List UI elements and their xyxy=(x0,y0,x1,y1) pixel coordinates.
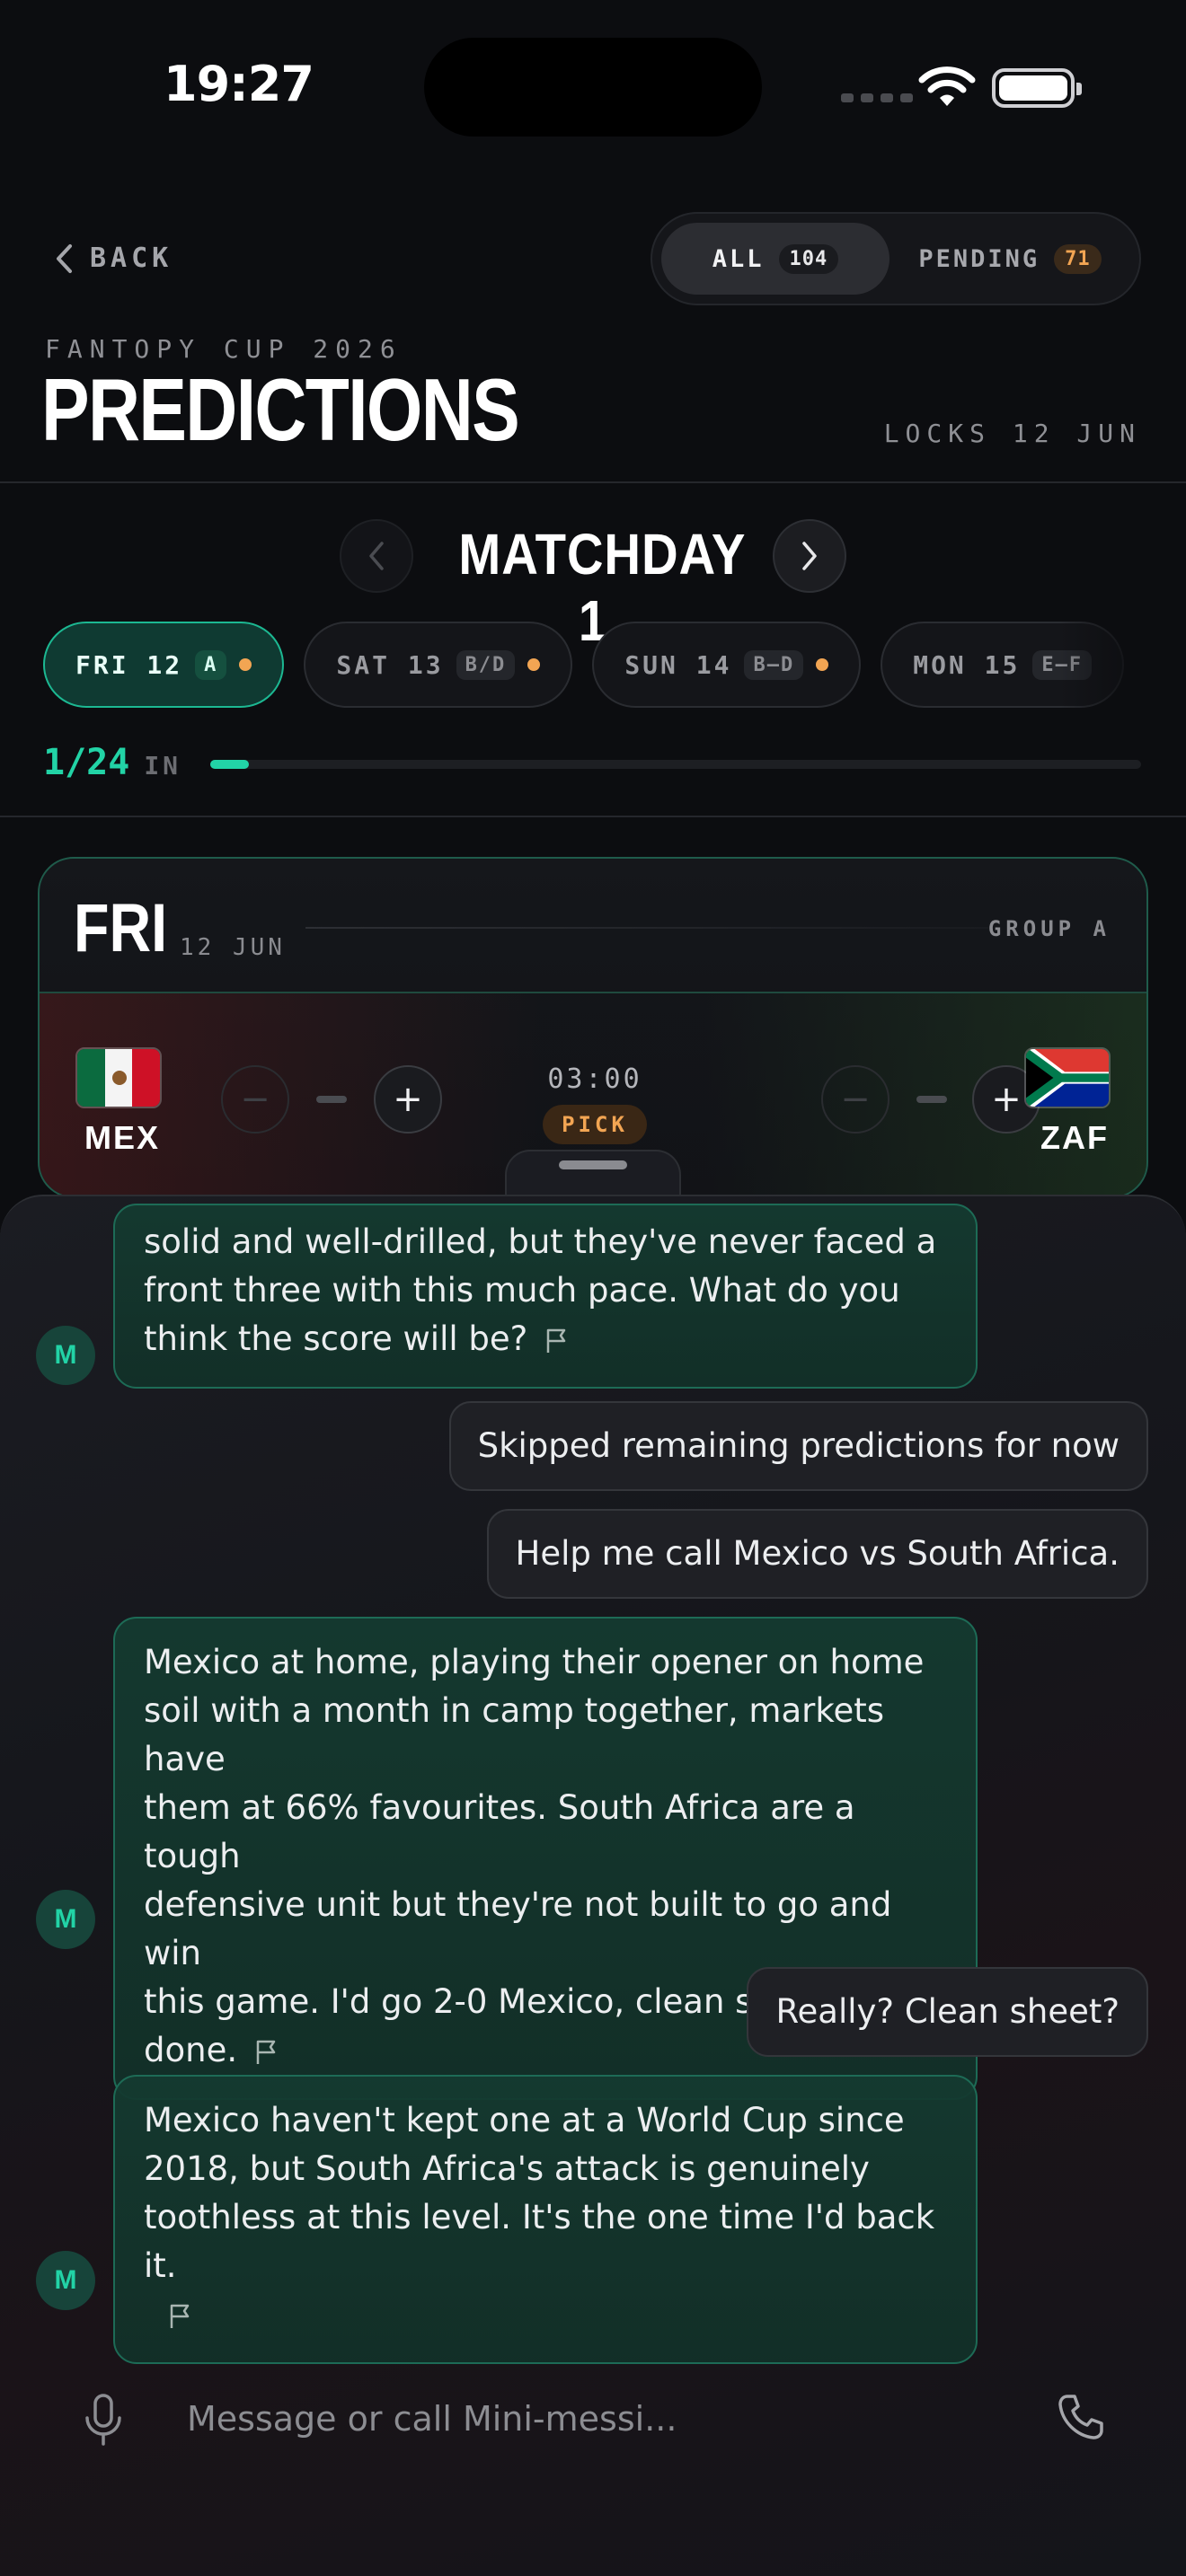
bot-message: solid and well-drilled, but they've neve… xyxy=(113,1204,978,1389)
back-button[interactable]: BACK xyxy=(54,243,173,274)
day-card: FRI 12 JUN GROUP A MEX − + 03:00 PICK − … xyxy=(38,857,1148,1198)
progress-suffix: IN xyxy=(144,751,182,781)
chevron-right-icon xyxy=(802,542,817,570)
filter-all-count: 104 xyxy=(778,243,839,274)
dynamic-island xyxy=(424,38,762,137)
filter-all-label: ALL xyxy=(712,244,765,273)
pending-dot-icon xyxy=(816,658,829,671)
day-tab-label: MON 15 xyxy=(913,649,1021,680)
lock-date: LOCKS 12 JUN xyxy=(883,419,1141,448)
message-line: toothless at this level. It's the one ti… xyxy=(144,2198,935,2285)
away-team-code: ZAF xyxy=(1040,1119,1109,1156)
pending-dot-icon xyxy=(527,658,541,671)
day-card-day: FRI xyxy=(74,890,168,966)
south-africa-flag-icon xyxy=(1024,1047,1111,1108)
day-tabs: FRI 12 A SAT 13 B/D SUN 14 B–D MON 15 E–… xyxy=(43,622,1141,711)
prev-matchday-button[interactable] xyxy=(340,519,413,593)
message-input[interactable] xyxy=(187,2389,996,2448)
filter-pending-tab[interactable]: PENDING 71 xyxy=(890,223,1130,295)
status-time: 19:27 xyxy=(164,56,314,112)
day-card-group: GROUP A xyxy=(987,916,1111,941)
day-card-rule xyxy=(305,927,988,929)
assistant-avatar: M xyxy=(36,1326,95,1385)
phone-call-icon[interactable] xyxy=(1057,2393,1105,2441)
message-text: Help me call Mexico vs South Africa. xyxy=(515,1534,1120,1573)
progress-count: 1/24 xyxy=(43,742,130,783)
filter-segmented-control: ALL 104 PENDING 71 xyxy=(651,212,1141,305)
chevron-left-icon xyxy=(369,542,384,570)
assistant-avatar: M xyxy=(36,1890,95,1949)
message-line: front three with this much pace. What do… xyxy=(144,1271,900,1310)
day-tab-groups: A xyxy=(195,649,227,680)
report-flag-icon[interactable] xyxy=(165,2302,194,2331)
message-text: Skipped remaining predictions for now xyxy=(477,1426,1120,1465)
day-tab-sun-14[interactable]: SUN 14 B–D xyxy=(592,622,862,708)
day-tab-fri-12[interactable]: FRI 12 A xyxy=(43,622,285,708)
next-matchday-button[interactable] xyxy=(773,519,846,593)
day-tab-groups: B–D xyxy=(744,649,804,680)
day-tab-sat-13[interactable]: SAT 13 B/D xyxy=(304,622,573,708)
day-tab-label: SAT 13 xyxy=(336,649,444,680)
home-score-decrement-button[interactable]: − xyxy=(221,1065,289,1134)
filter-pending-count: 71 xyxy=(1054,243,1102,274)
bot-message: Mexico haven't kept one at a World Cup s… xyxy=(113,2075,978,2364)
message-line: solid and well-drilled, but they've neve… xyxy=(144,1222,937,1261)
message-line: 2018, but South Africa's attack is genui… xyxy=(144,2149,870,2188)
battery-icon xyxy=(992,68,1082,108)
home-score-increment-button[interactable]: + xyxy=(374,1065,442,1134)
header-divider xyxy=(0,481,1186,483)
report-flag-icon[interactable] xyxy=(542,1327,571,1355)
home-team-code: MEX xyxy=(84,1119,161,1156)
pending-dot-icon xyxy=(239,658,252,671)
assistant-avatar: M xyxy=(36,2251,95,2310)
user-message: Help me call Mexico vs South Africa. xyxy=(486,1509,1148,1599)
day-tab-groups: B/D xyxy=(456,649,516,680)
mexico-flag-icon xyxy=(75,1047,162,1108)
day-card-date: 12 JUN xyxy=(180,934,286,961)
back-label: BACK xyxy=(90,243,173,274)
pick-status-badge: PICK xyxy=(543,1105,647,1144)
day-tabs-fade xyxy=(1060,622,1150,711)
user-message: Skipped remaining predictions for now xyxy=(448,1401,1148,1491)
filter-pending-label: PENDING xyxy=(918,244,1040,273)
microphone-icon[interactable] xyxy=(83,2393,124,2447)
matchday-divider xyxy=(0,816,1186,817)
message-text: Really? Clean sheet? xyxy=(775,1992,1120,2031)
message-line: think the score will be? xyxy=(144,1319,528,1358)
progress-bar xyxy=(210,760,1141,769)
user-message: Really? Clean sheet? xyxy=(747,1967,1148,2057)
page-title: PREDICTIONS xyxy=(41,360,520,459)
filter-all-tab[interactable]: ALL 104 xyxy=(661,223,890,295)
day-tab-label: SUN 14 xyxy=(624,649,732,680)
sheet-drag-handle[interactable] xyxy=(559,1160,627,1169)
message-line: soil with a month in camp together, mark… xyxy=(144,1691,885,1778)
away-score-placeholder xyxy=(916,1096,947,1103)
message-line: done. xyxy=(144,2031,238,2069)
message-line: them at 66% favourites. South Africa are… xyxy=(144,1788,855,1875)
kickoff-time: 03:00 xyxy=(547,1063,642,1095)
wifi-icon xyxy=(918,66,976,106)
cellular-signal-icon xyxy=(841,93,913,102)
chevron-left-icon xyxy=(57,243,72,273)
message-line: Mexico haven't kept one at a World Cup s… xyxy=(144,2101,905,2139)
progress-fill xyxy=(210,760,250,769)
away-score-decrement-button[interactable]: − xyxy=(821,1065,890,1134)
home-score-placeholder xyxy=(316,1096,347,1103)
day-tab-label: FRI 12 xyxy=(75,649,183,680)
message-line: defensive unit but they're not built to … xyxy=(144,1885,892,1972)
progress-label: 1/24 IN xyxy=(43,742,181,783)
report-flag-icon[interactable] xyxy=(252,2038,280,2067)
message-line: Mexico at home, playing their opener on … xyxy=(144,1643,925,1681)
